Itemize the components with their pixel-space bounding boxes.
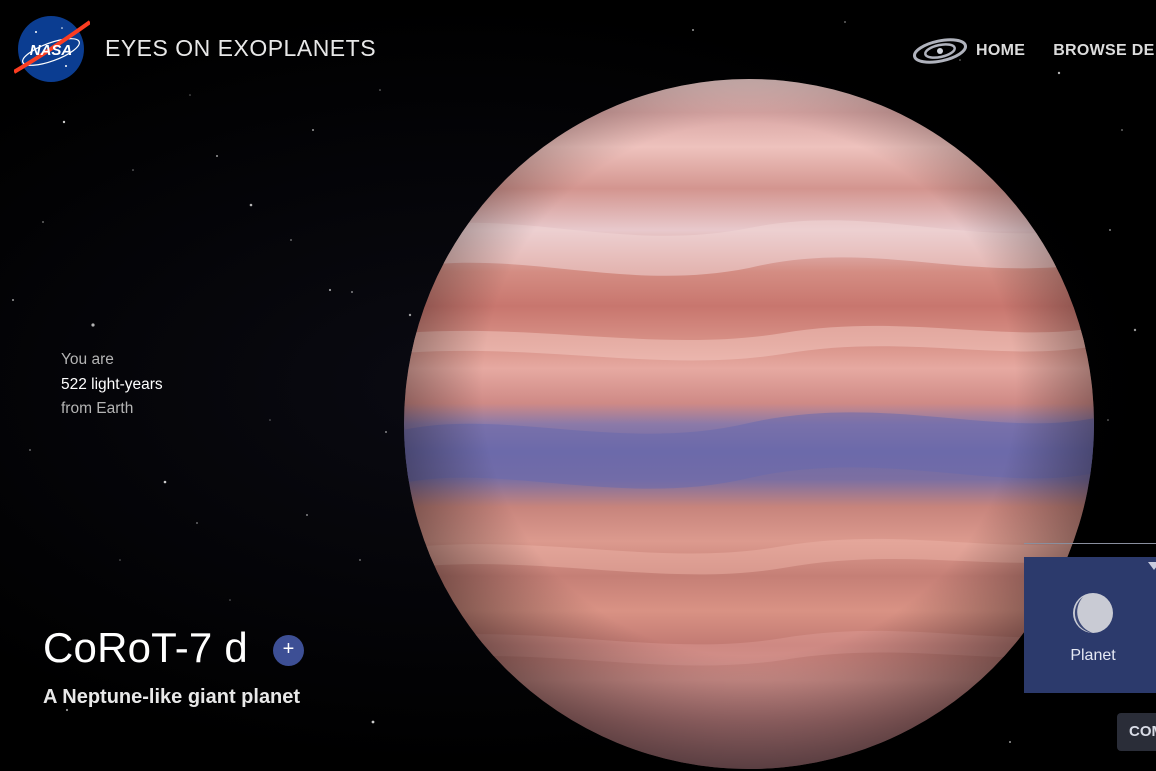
planet-subtitle: A Neptune-like giant planet — [43, 686, 301, 708]
nav-home-link[interactable]: HOME — [976, 42, 1025, 60]
planet-type-card[interactable]: Planet — [1024, 557, 1156, 693]
app-title[interactable]: EYES ON EXOPLANETS — [105, 35, 376, 62]
distance-line-1: You are — [61, 351, 114, 368]
planet-type-label: Planet — [1070, 647, 1116, 664]
svg-text:NASA: NASA — [30, 42, 73, 59]
panel-divider — [1024, 543, 1156, 544]
planet-icon — [1073, 593, 1113, 633]
planet-name: CoRoT-7 d — [43, 624, 248, 671]
scene[interactable]: NASA EYES ON EXOPLANETS HOME BROWSE DE Y… — [0, 0, 1156, 771]
planet-render[interactable] — [403, 78, 1095, 770]
chevron-down-icon[interactable] — [1148, 562, 1156, 570]
galaxy-icon[interactable] — [912, 36, 968, 66]
distance-line-3: from Earth — [61, 400, 134, 417]
top-nav: HOME BROWSE DE — [912, 36, 1156, 66]
distance-readout: You are 522 light-years from Earth — [61, 348, 163, 422]
nav-browse-link[interactable]: BROWSE DE — [1053, 42, 1154, 60]
compare-button[interactable]: COMPARE — [1117, 713, 1156, 751]
more-info-button[interactable]: + — [273, 635, 304, 666]
nasa-logo[interactable]: NASA — [14, 14, 90, 84]
distance-value: 522 light-years — [61, 375, 163, 393]
